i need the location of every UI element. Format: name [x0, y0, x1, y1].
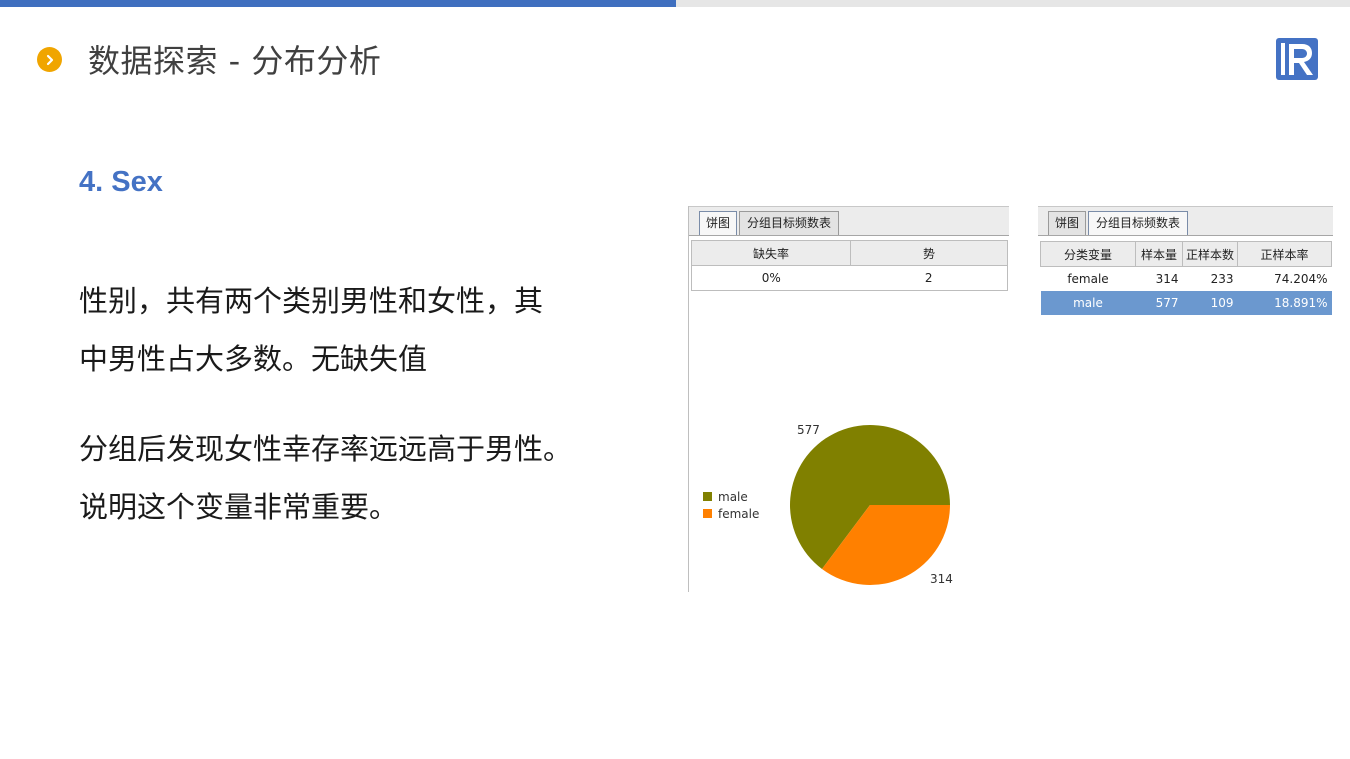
summary-table: 缺失率 势 0% 2 — [691, 240, 1008, 291]
table-row[interactable]: female 314 233 74.204% — [1041, 267, 1332, 292]
column-header[interactable]: 正样本率 — [1237, 241, 1332, 267]
paragraph-line: 分组后发现女性幸存率远远高于男性。 — [79, 432, 573, 466]
paragraph-line: 说明这个变量非常重要。 — [79, 490, 399, 524]
column-header[interactable]: 势 — [850, 240, 1008, 266]
column-header[interactable]: 正样本数 — [1182, 241, 1238, 267]
column-header[interactable]: 分类变量 — [1040, 241, 1136, 267]
tab-frequency-table[interactable]: 分组目标频数表 — [1088, 211, 1188, 235]
frequency-table-panel: 饼图 分组目标频数表 分类变量 样本量 正样本数 正样本率 female 314… — [1038, 206, 1333, 315]
chevron-right-icon — [37, 47, 62, 72]
description-paragraph-1: 性别，共有两个类别男性和女性，其 中男性占大多数。无缺失值 — [79, 272, 639, 388]
table-cell: 577 — [1135, 291, 1183, 315]
table-cell: 314 — [1155, 272, 1179, 286]
column-header[interactable]: 样本量 — [1135, 241, 1183, 267]
paragraph-line: 中男性占大多数。无缺失值 — [79, 342, 428, 376]
frequency-table: 分类变量 样本量 正样本数 正样本率 female 314 233 74.204… — [1040, 241, 1332, 315]
table-cell: 18.891% — [1237, 291, 1332, 315]
paragraph-line: 性别，共有两个类别男性和女性，其 — [79, 284, 544, 318]
table-cell: 0% — [761, 271, 781, 285]
tab-pie-chart[interactable]: 饼图 — [1048, 211, 1086, 235]
section-heading: 4. Sex — [79, 166, 163, 198]
table-cell: 2 — [924, 271, 933, 285]
tab-strip: 饼图 分组目标频数表 — [689, 206, 1009, 236]
table-cell: 233 — [1210, 272, 1234, 286]
pie-chart: 577 314 — [790, 423, 953, 586]
page-title: 数据探索 - 分布分析 — [88, 42, 382, 80]
pie-value-label: 577 — [797, 423, 820, 437]
pie-value-label: 314 — [930, 572, 953, 586]
top-gray-bar — [676, 0, 1350, 7]
description-paragraph-2: 分组后发现女性幸存率远远高于男性。 说明这个变量非常重要。 — [79, 420, 639, 536]
table-cell: female — [1067, 272, 1109, 286]
table-cell: 109 — [1182, 291, 1238, 315]
top-accent-bar — [0, 0, 676, 7]
tab-strip: 饼图 分组目标频数表 — [1038, 206, 1333, 236]
tab-pie-chart[interactable]: 饼图 — [699, 211, 737, 235]
pie-chart-panel: 饼图 分组目标频数表 缺失率 势 0% 2 male female 577 314 — [688, 206, 1009, 592]
logo — [1276, 38, 1318, 80]
table-cell: male — [1040, 291, 1136, 315]
table-row[interactable]: 0% 2 — [691, 265, 1008, 291]
table-row-selected[interactable]: male 577 109 18.891% — [1040, 291, 1332, 315]
tab-frequency-table[interactable]: 分组目标频数表 — [739, 211, 839, 235]
column-header[interactable]: 缺失率 — [691, 240, 851, 266]
table-cell: 74.204% — [1274, 272, 1328, 286]
